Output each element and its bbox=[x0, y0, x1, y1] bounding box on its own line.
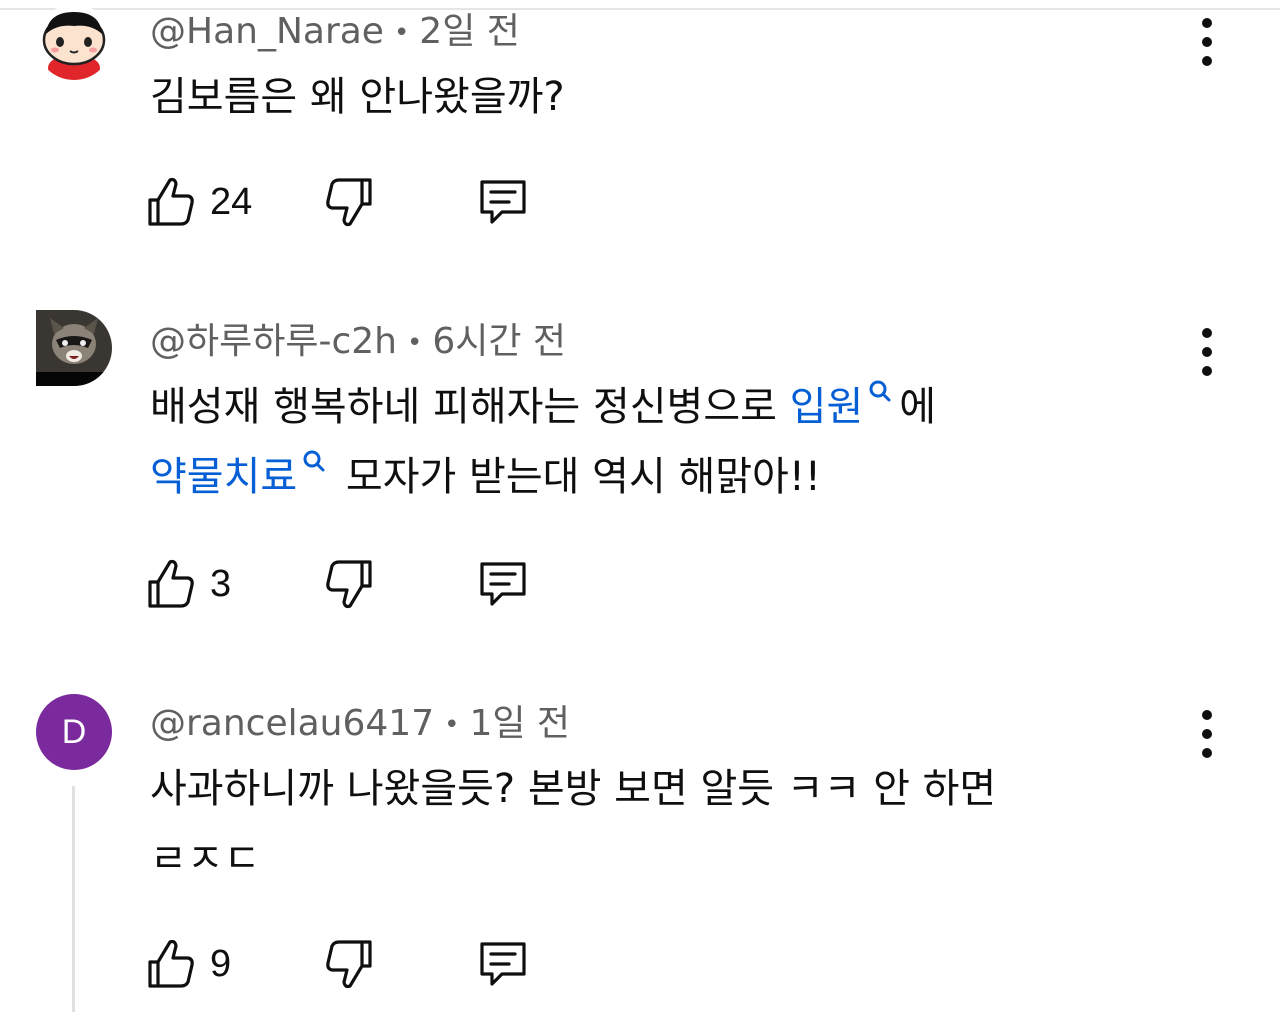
reply-icon bbox=[480, 180, 526, 224]
reply-button[interactable] bbox=[476, 936, 530, 992]
search-icon bbox=[869, 380, 891, 402]
more-options-button[interactable] bbox=[1192, 328, 1222, 376]
comment-text-line: 김보름은 왜 안나왔을까? bbox=[150, 74, 565, 120]
comment-time[interactable]: 2일 전 bbox=[419, 11, 520, 52]
comment-time[interactable]: 6시간 전 bbox=[432, 321, 566, 362]
like-count: 24 bbox=[210, 180, 253, 223]
comment-text: 배성재 행복하네 피해자는 정신병으로 입원 에 약물치료 모자가 받는대 역시 … bbox=[150, 372, 936, 512]
reply-icon bbox=[480, 942, 526, 986]
avatar-image bbox=[36, 310, 112, 386]
search-link[interactable]: 약물치료 bbox=[150, 450, 333, 500]
more-options-button[interactable] bbox=[1192, 18, 1222, 66]
comment-text: 김보름은 왜 안나왔을까? bbox=[150, 62, 565, 132]
avatar[interactable]: D bbox=[36, 694, 112, 770]
thread-line bbox=[72, 786, 75, 1012]
reply-button[interactable] bbox=[476, 174, 530, 230]
dislike-button[interactable] bbox=[324, 174, 374, 230]
reply-icon bbox=[480, 562, 526, 606]
avatar-image bbox=[36, 4, 112, 80]
comment-text-line: 배성재 행복하네 피해자는 정신병으로 입원 에 bbox=[150, 372, 936, 442]
meta-separator: • bbox=[406, 328, 423, 358]
more-vert-icon bbox=[1202, 710, 1212, 720]
thumbs-down-icon bbox=[326, 560, 372, 609]
more-vert-icon bbox=[1202, 328, 1212, 338]
search-icon bbox=[303, 450, 325, 472]
comment-meta: @하루하루-c2h • 6시간 전 bbox=[150, 320, 566, 365]
comment-actions: 9 bbox=[146, 936, 566, 992]
comment-actions: 24 bbox=[146, 174, 566, 230]
thumbs-up-icon bbox=[148, 939, 194, 988]
meta-separator: • bbox=[444, 710, 460, 740]
avatar[interactable] bbox=[36, 310, 112, 386]
comment-text: 사과하니까 나왔을듯? 본방 보면 알듯 ㅋㅋ 안 하면 ㄹㅈㄷ bbox=[150, 754, 996, 894]
thumbs-down-icon bbox=[326, 940, 372, 989]
comment-meta: @Han_Narae • 2일 전 bbox=[150, 10, 520, 55]
like-button[interactable]: 24 bbox=[146, 174, 252, 230]
like-count: 9 bbox=[210, 942, 232, 985]
comment-actions: 3 bbox=[146, 556, 566, 612]
dislike-button[interactable] bbox=[324, 556, 374, 612]
thumbs-down-icon bbox=[326, 178, 372, 227]
like-button[interactable]: 3 bbox=[146, 556, 231, 612]
author-name[interactable]: @하루하루-c2h bbox=[150, 321, 397, 362]
avatar[interactable] bbox=[36, 4, 112, 80]
author-name[interactable]: @Han_Narae bbox=[150, 11, 384, 52]
search-link[interactable]: 입원 bbox=[790, 380, 900, 430]
comment-meta: @rancelau6417 • 1일 전 bbox=[150, 702, 570, 747]
comment-time[interactable]: 1일 전 bbox=[469, 703, 570, 744]
comment-text-line: 약물치료 모자가 받는대 역시 해맑아!! bbox=[150, 442, 936, 512]
thumbs-up-icon bbox=[148, 559, 194, 608]
reply-button[interactable] bbox=[476, 556, 530, 612]
more-options-button[interactable] bbox=[1192, 710, 1222, 758]
like-count: 3 bbox=[210, 562, 232, 605]
avatar-letter: D bbox=[61, 712, 87, 751]
dislike-button[interactable] bbox=[324, 936, 374, 992]
thumbs-up-icon bbox=[148, 177, 194, 226]
more-vert-icon bbox=[1202, 18, 1212, 28]
meta-separator: • bbox=[393, 18, 410, 48]
comment-text-line: 사과하니까 나왔을듯? 본방 보면 알듯 ㅋㅋ 안 하면 bbox=[150, 766, 997, 812]
like-button[interactable]: 9 bbox=[146, 936, 231, 992]
author-name[interactable]: @rancelau6417 bbox=[150, 703, 434, 744]
comment-text-line: ㄹㅈㄷ bbox=[150, 836, 261, 882]
